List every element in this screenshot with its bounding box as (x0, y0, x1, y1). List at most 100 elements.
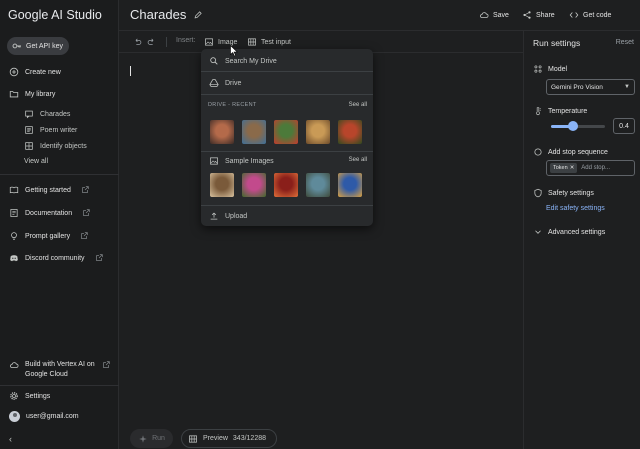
search-drive-label: Search My Drive (225, 57, 277, 65)
library-item-label: Identify objects (40, 142, 87, 150)
get-code-button[interactable]: Get code (569, 10, 611, 20)
document-icon (9, 208, 19, 218)
thumbnail-stir-fry[interactable] (338, 120, 362, 144)
test-input-button[interactable]: Test input (247, 37, 291, 47)
sidebar-divider (0, 385, 119, 386)
vertex-ai-link[interactable]: Build with Vertex AI on Google Cloud (9, 360, 111, 380)
thumbnail-flowers[interactable] (242, 173, 266, 197)
prompt-title[interactable]: Charades (130, 7, 203, 22)
redo-button[interactable] (146, 37, 156, 47)
stop-token-chip[interactable]: Token ✕ (550, 163, 578, 173)
save-label: Save (493, 11, 509, 19)
thumbnail-latte[interactable] (242, 120, 266, 144)
edit-pencil-icon[interactable] (193, 10, 203, 20)
external-link-icon (80, 185, 90, 195)
settings-label: Settings (25, 392, 51, 400)
thumbnail-dog[interactable] (210, 173, 234, 197)
key-icon (12, 41, 22, 51)
drive-see-all-link[interactable]: See all (349, 102, 367, 108)
library-item-label: Charades (40, 110, 71, 118)
edit-safety-settings-link[interactable]: Edit safety settings (546, 205, 605, 212)
share-button[interactable]: Share (522, 10, 555, 20)
brand-logo[interactable]: Google AI Studio (8, 8, 102, 22)
settings-button[interactable]: Settings (9, 391, 50, 401)
text-prompt-icon (24, 125, 34, 135)
external-link-icon (79, 231, 89, 241)
menu-divider (201, 94, 373, 95)
temperature-slider[interactable] (551, 121, 605, 131)
prompt-gallery-label: Prompt gallery (25, 232, 71, 240)
external-link-icon (101, 360, 111, 370)
thumbnail-salad[interactable] (274, 120, 298, 144)
code-icon (569, 10, 579, 20)
getting-started-link[interactable]: Getting started (9, 185, 90, 195)
temperature-input[interactable]: 0.4 (613, 118, 635, 134)
my-library-item[interactable]: My library (9, 89, 55, 99)
get-code-label: Get code (583, 11, 612, 19)
discord-community-link[interactable]: Discord community (9, 253, 104, 263)
samples-see-all-link[interactable]: See all (349, 157, 367, 163)
get-api-key-label: Get API key (26, 42, 63, 50)
prompt-gallery-link[interactable]: Prompt gallery (9, 231, 89, 241)
model-label: Model (533, 64, 567, 74)
open-book-icon (9, 185, 19, 195)
reset-button[interactable]: Reset (616, 39, 634, 46)
drive-label: Drive (225, 79, 242, 87)
temperature-label: Temperature (533, 106, 587, 116)
mouse-cursor-icon (230, 45, 238, 57)
image-icon (204, 37, 214, 47)
sparkle-icon (138, 434, 148, 444)
getting-started-label: Getting started (25, 186, 71, 194)
thumbnail-figurine[interactable] (210, 120, 234, 144)
library-item-identify-objects[interactable]: Identify objects (24, 141, 87, 151)
run-button[interactable]: Run (130, 429, 173, 448)
slider-thumb[interactable] (567, 121, 578, 131)
create-new-button[interactable]: Create new (9, 67, 61, 77)
view-all-link[interactable]: View all (24, 158, 48, 165)
save-button[interactable]: Save (479, 10, 509, 20)
documentation-link[interactable]: Documentation (9, 208, 91, 218)
library-item-charades[interactable]: Charades (24, 109, 70, 119)
get-api-key-button[interactable]: Get API key (7, 37, 69, 55)
preview-button[interactable]: Preview 343/12288 (181, 429, 277, 448)
cloud-icon (9, 360, 19, 370)
advanced-settings-toggle[interactable]: Advanced settings (533, 227, 605, 237)
gear-icon (9, 391, 19, 401)
shield-icon (533, 188, 543, 198)
stop-sequence-label-text: Add stop sequence (548, 148, 608, 156)
stop-sequence-input[interactable]: Add stop... (581, 165, 610, 171)
external-link-icon (94, 253, 104, 263)
search-drive-item[interactable]: Search My Drive (209, 56, 277, 66)
stop-token-label: Token (553, 165, 568, 171)
insert-label: Insert: (176, 37, 196, 44)
thumbnail-lantern[interactable] (274, 173, 298, 197)
cloud-save-icon (479, 10, 489, 20)
menu-divider (201, 71, 373, 72)
insert-image-menu: Search My Drive Drive DRIVE - RECENT See… (201, 49, 373, 226)
model-select[interactable]: Gemini Pro Vision ▼ (546, 79, 635, 95)
drive-icon (209, 78, 219, 88)
run-settings-title: Run settings (533, 38, 581, 48)
avatar (9, 411, 20, 422)
prompt-title-text: Charades (130, 7, 187, 22)
thumbnail-soup-bowl[interactable] (306, 120, 330, 144)
drive-item[interactable]: Drive (209, 78, 241, 88)
menu-divider (201, 205, 373, 206)
stop-sequence-field[interactable]: Token ✕ Add stop... (546, 160, 635, 176)
close-icon[interactable]: ✕ (570, 165, 575, 171)
thumbnail-building[interactable] (338, 173, 362, 197)
drive-recent-thumbnails (210, 120, 362, 144)
thumbnail-street[interactable] (306, 173, 330, 197)
temperature-label-text: Temperature (548, 107, 588, 115)
account-button[interactable]: user@gmail.com (9, 411, 79, 422)
bulb-icon (9, 231, 19, 241)
sample-images-label: Sample Images (225, 157, 274, 165)
vertex-ai-label: Build with Vertex AI on Google Cloud (25, 361, 95, 378)
upload-item[interactable]: Upload (209, 211, 247, 221)
share-label: Share (536, 11, 555, 19)
collapse-sidebar-button[interactable]: ‹ (9, 434, 12, 444)
undo-button[interactable] (133, 37, 143, 47)
library-item-label: Poem writer (40, 126, 78, 134)
run-label: Run (152, 435, 165, 442)
library-item-poem-writer[interactable]: Poem writer (24, 125, 77, 135)
